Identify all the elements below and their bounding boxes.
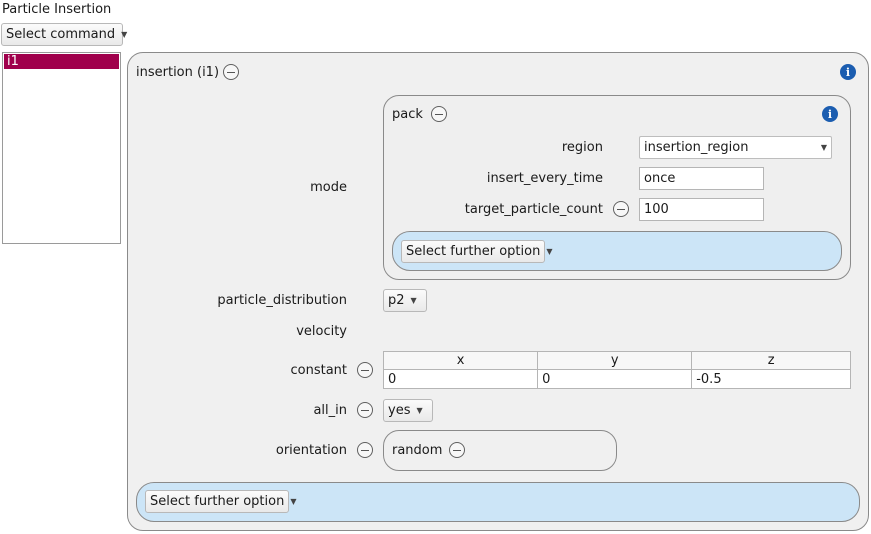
particle-distribution-label: particle_distribution <box>217 293 347 308</box>
collapse-insertion-button[interactable] <box>223 64 239 80</box>
chevron-down-icon: ▼ <box>546 247 553 256</box>
vector-header-x: x <box>382 351 539 370</box>
particle-distribution-value: p2 <box>388 293 405 308</box>
collapse-orientation-button[interactable] <box>449 442 465 458</box>
region-dropdown[interactable]: insertion_region ▼ <box>639 136 832 159</box>
chevron-down-icon: ▼ <box>820 143 827 152</box>
list-item[interactable]: i1 <box>4 54 119 69</box>
vector-value-x[interactable]: 0 <box>382 369 539 389</box>
region-label: region <box>561 140 603 155</box>
vector-header-z: z <box>691 351 851 370</box>
vector-value-z[interactable]: -0.5 <box>691 369 851 389</box>
all-in-value: yes <box>388 403 411 418</box>
vector-header-y: y <box>537 351 693 370</box>
target-particle-count-label: target_particle_count <box>464 202 603 217</box>
orientation-value: random <box>392 443 443 458</box>
panel-title: Particle Insertion <box>2 2 112 17</box>
all-in-label: all_in <box>313 403 347 418</box>
chevron-down-icon: ▼ <box>410 296 417 305</box>
info-icon[interactable]: i <box>840 64 856 80</box>
further-option-label: Select further option <box>150 494 285 509</box>
insert-every-time-label: insert_every_time <box>486 171 603 186</box>
constant-vector-table: x y z 0 0 -0.5 <box>382 351 851 389</box>
collapse-pack-button[interactable] <box>431 106 447 122</box>
velocity-label: velocity <box>296 324 347 339</box>
insert-every-time-input[interactable]: once <box>639 167 764 190</box>
chevron-down-icon: ▼ <box>416 406 423 415</box>
insertion-title: insertion (i1) <box>136 65 220 80</box>
pack-select-further-option-dropdown[interactable]: Select further option ▼ <box>401 240 552 263</box>
select-command-label: Select command <box>6 27 116 42</box>
orientation-label: orientation <box>275 443 347 458</box>
pack-further-option-label: Select further option <box>406 244 541 259</box>
all-in-dropdown[interactable]: yes ▼ <box>383 399 433 422</box>
remove-orientation-button[interactable] <box>357 442 373 458</box>
vector-value-y[interactable]: 0 <box>537 369 693 389</box>
pack-title: pack <box>392 107 423 122</box>
remove-target-particle-count-button[interactable] <box>613 201 629 217</box>
target-particle-count-input[interactable]: 100 <box>639 198 764 221</box>
remove-constant-button[interactable] <box>357 362 373 378</box>
chevron-down-icon: ▼ <box>121 30 128 39</box>
insertion-list[interactable]: i1 <box>2 52 121 244</box>
select-command-dropdown[interactable]: Select command ▼ <box>1 23 127 46</box>
remove-all-in-button[interactable] <box>357 402 373 418</box>
mode-label: mode <box>310 180 347 195</box>
region-value: insertion_region <box>644 140 749 155</box>
constant-label: constant <box>290 363 347 378</box>
select-further-option-dropdown[interactable]: Select further option ▼ <box>145 490 296 513</box>
particle-distribution-dropdown[interactable]: p2 ▼ <box>383 289 427 312</box>
info-icon[interactable]: i <box>822 106 838 122</box>
chevron-down-icon: ▼ <box>290 497 297 506</box>
